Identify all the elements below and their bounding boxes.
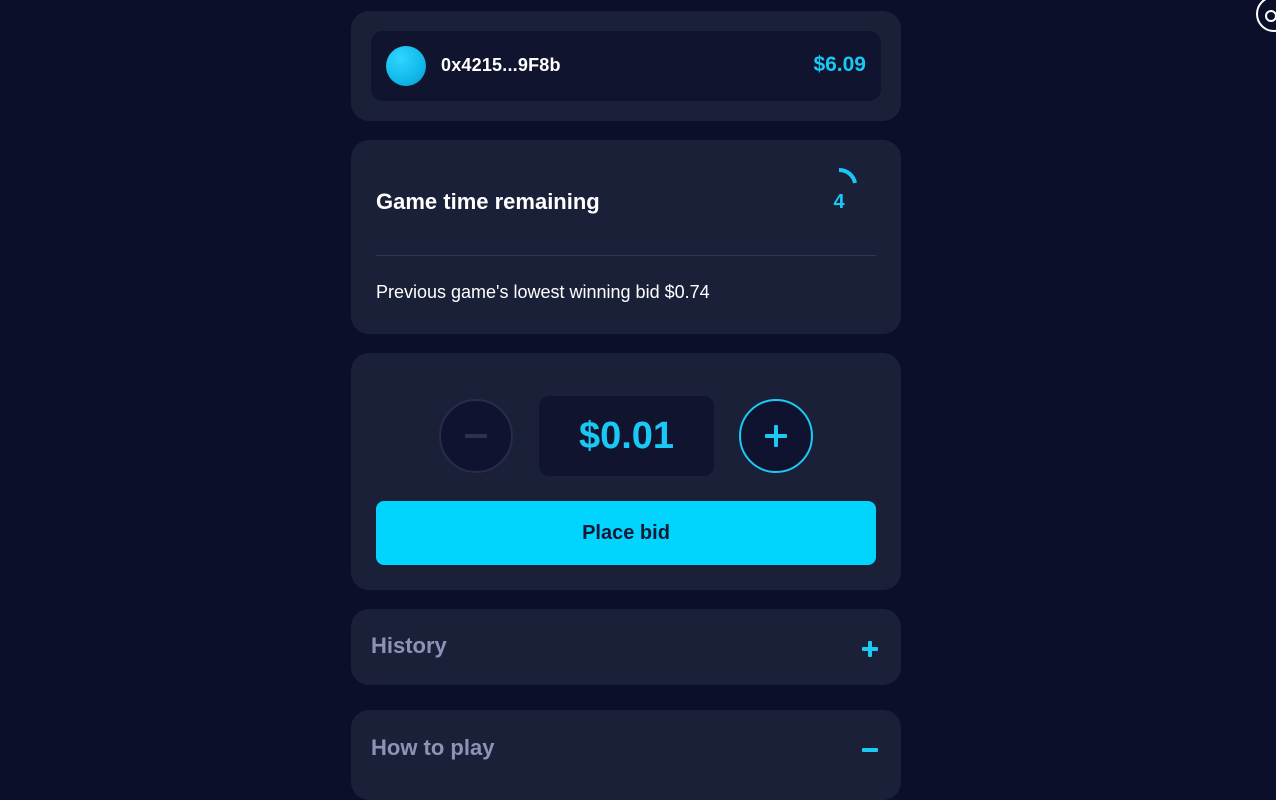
wallet-balance: $6.09 [813,53,866,76]
extension-icon[interactable] [1256,0,1276,32]
history-accordion[interactable]: History [351,609,901,685]
increase-bid-button[interactable] [739,399,813,473]
wallet-info[interactable]: 0x4215...9F8b $6.09 [371,31,881,101]
bid-card: $0.01 Place bid [351,353,901,590]
divider [376,255,876,256]
timer-title: Game time remaining [376,189,600,214]
decrease-bid-button[interactable] [439,399,513,473]
minus-icon [465,434,487,438]
wallet-card: 0x4215...9F8b $6.09 [351,11,901,121]
plus-icon [765,425,787,447]
place-bid-button[interactable]: Place bid [376,501,876,565]
game-timer-card: Game time remaining 4 Previous game's lo… [351,140,901,334]
history-label: History [371,633,447,658]
wallet-avatar [386,46,426,86]
how-to-play-label: How to play [371,735,495,760]
expand-plus-icon[interactable] [859,638,881,660]
timer-value: 4 [833,191,845,213]
bid-amount-display[interactable]: $0.01 [539,396,714,476]
how-to-play-accordion[interactable]: How to play [351,710,901,800]
collapse-minus-icon[interactable] [859,739,881,761]
previous-lowest-bid: Previous game's lowest winning bid $0.74 [376,282,710,302]
wallet-address: 0x4215...9F8b [441,55,561,75]
